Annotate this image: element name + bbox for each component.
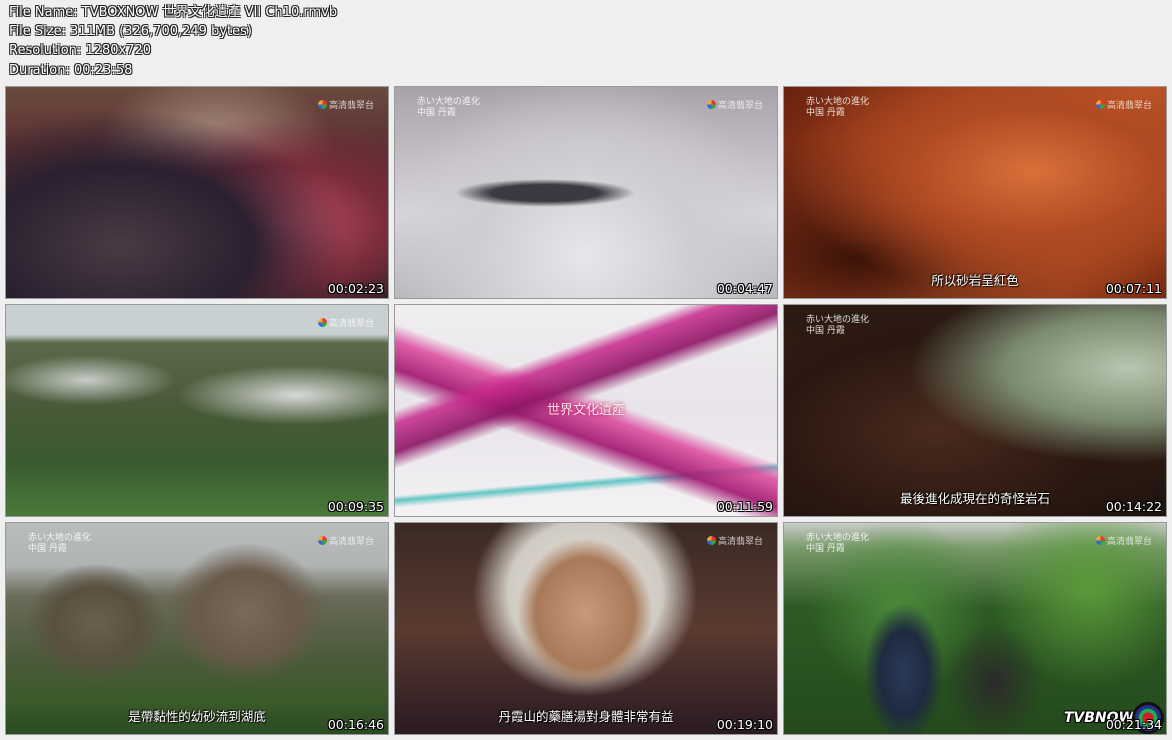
elderly-woman-scene <box>395 523 777 734</box>
thumbnail-6[interactable]: 赤い大地の進化 中国 丹霞 最後進化成現在的奇怪岩石 00:14:22 <box>783 304 1167 517</box>
timestamp: 00:09:35 <box>327 499 384 514</box>
channel-logo: 高清翡翠台 <box>706 534 763 547</box>
series-title: 世界文化遺產 <box>546 403 625 418</box>
timestamp: 00:04:47 <box>716 281 773 296</box>
program-caption: 赤い大地の進化 中国 丹霞 <box>806 97 870 118</box>
file-size: File Size: 311MB (326,700,249 bytes) <box>9 24 252 40</box>
resolution: Resolution: 1280x720 <box>9 43 152 59</box>
channel-logo-icon <box>317 536 327 545</box>
thumbnail-2[interactable]: 赤い大地の進化 中国 丹霞 高清翡翠台 00:04:47 <box>394 86 778 299</box>
duration: Duration: 00:23:58 <box>9 62 133 78</box>
channel-logo-icon <box>317 318 327 327</box>
thumbnail-8[interactable]: 高清翡翠台 丹霞山的藥膳湯對身體非常有益 00:19:10 <box>394 522 778 735</box>
thumbnail-1[interactable]: 高清翡翠台 00:02:23 <box>5 86 389 299</box>
channel-logo: 高清翡翠台 <box>1095 98 1152 111</box>
channel-logo: 高清翡翠台 <box>317 316 374 329</box>
thumbnail-3[interactable]: 赤い大地の進化 中国 丹霞 高清翡翠台 所以砂岩呈紅色 00:07:11 <box>783 86 1167 299</box>
channel-logo: 高清翡翠台 <box>1095 534 1152 547</box>
timestamp: 00:11:59 <box>716 499 773 514</box>
channel-logo-icon <box>317 100 327 109</box>
timestamp: 00:16:46 <box>327 717 384 732</box>
channel-logo: 高清翡翠台 <box>317 534 374 547</box>
thumbnail-4[interactable]: 高清翡翠台 00:09:35 <box>5 304 389 517</box>
timestamp: 00:02:23 <box>327 281 384 296</box>
thumbnail-9[interactable]: 赤い大地の進化 中国 丹霞 高清翡翠台 TVBNOW 00:21:34 <box>783 522 1167 735</box>
channel-logo-icon <box>1095 536 1105 545</box>
program-caption: 赤い大地の進化 中国 丹霞 <box>806 315 870 336</box>
timestamp: 00:14:22 <box>1105 499 1162 514</box>
file-info: File Name: TVBOXNOW 世界文化遺產 VII Ch10.rmvb… <box>9 3 337 80</box>
timestamp: 00:19:10 <box>716 717 773 732</box>
thumbnail-5[interactable]: 世界文化遺產 00:11:59 <box>394 304 778 517</box>
channel-logo-icon <box>1095 100 1105 109</box>
channel-logo: 高清翡翠台 <box>317 98 374 111</box>
timestamp: 00:07:11 <box>1105 281 1162 296</box>
program-caption: 赤い大地の進化 中国 丹霞 <box>28 533 92 554</box>
file-name: File Name: TVBOXNOW 世界文化遺產 VII Ch10.rmvb <box>9 5 338 20</box>
program-caption: 赤い大地の進化 中国 丹霞 <box>417 97 481 118</box>
program-caption: 赤い大地の進化 中国 丹霞 <box>806 533 870 554</box>
crowd-scene <box>6 87 388 298</box>
cliff-waterfall-scene <box>6 305 388 516</box>
channel-logo-icon <box>706 536 716 545</box>
thumbnail-7[interactable]: 赤い大地の進化 中国 丹霞 高清翡翠台 是帶黏性的幼砂流到湖底 00:16:46 <box>5 522 389 735</box>
timestamp: 00:21:34 <box>1105 717 1162 732</box>
channel-logo-icon <box>706 100 716 109</box>
channel-logo: 高清翡翠台 <box>706 98 763 111</box>
